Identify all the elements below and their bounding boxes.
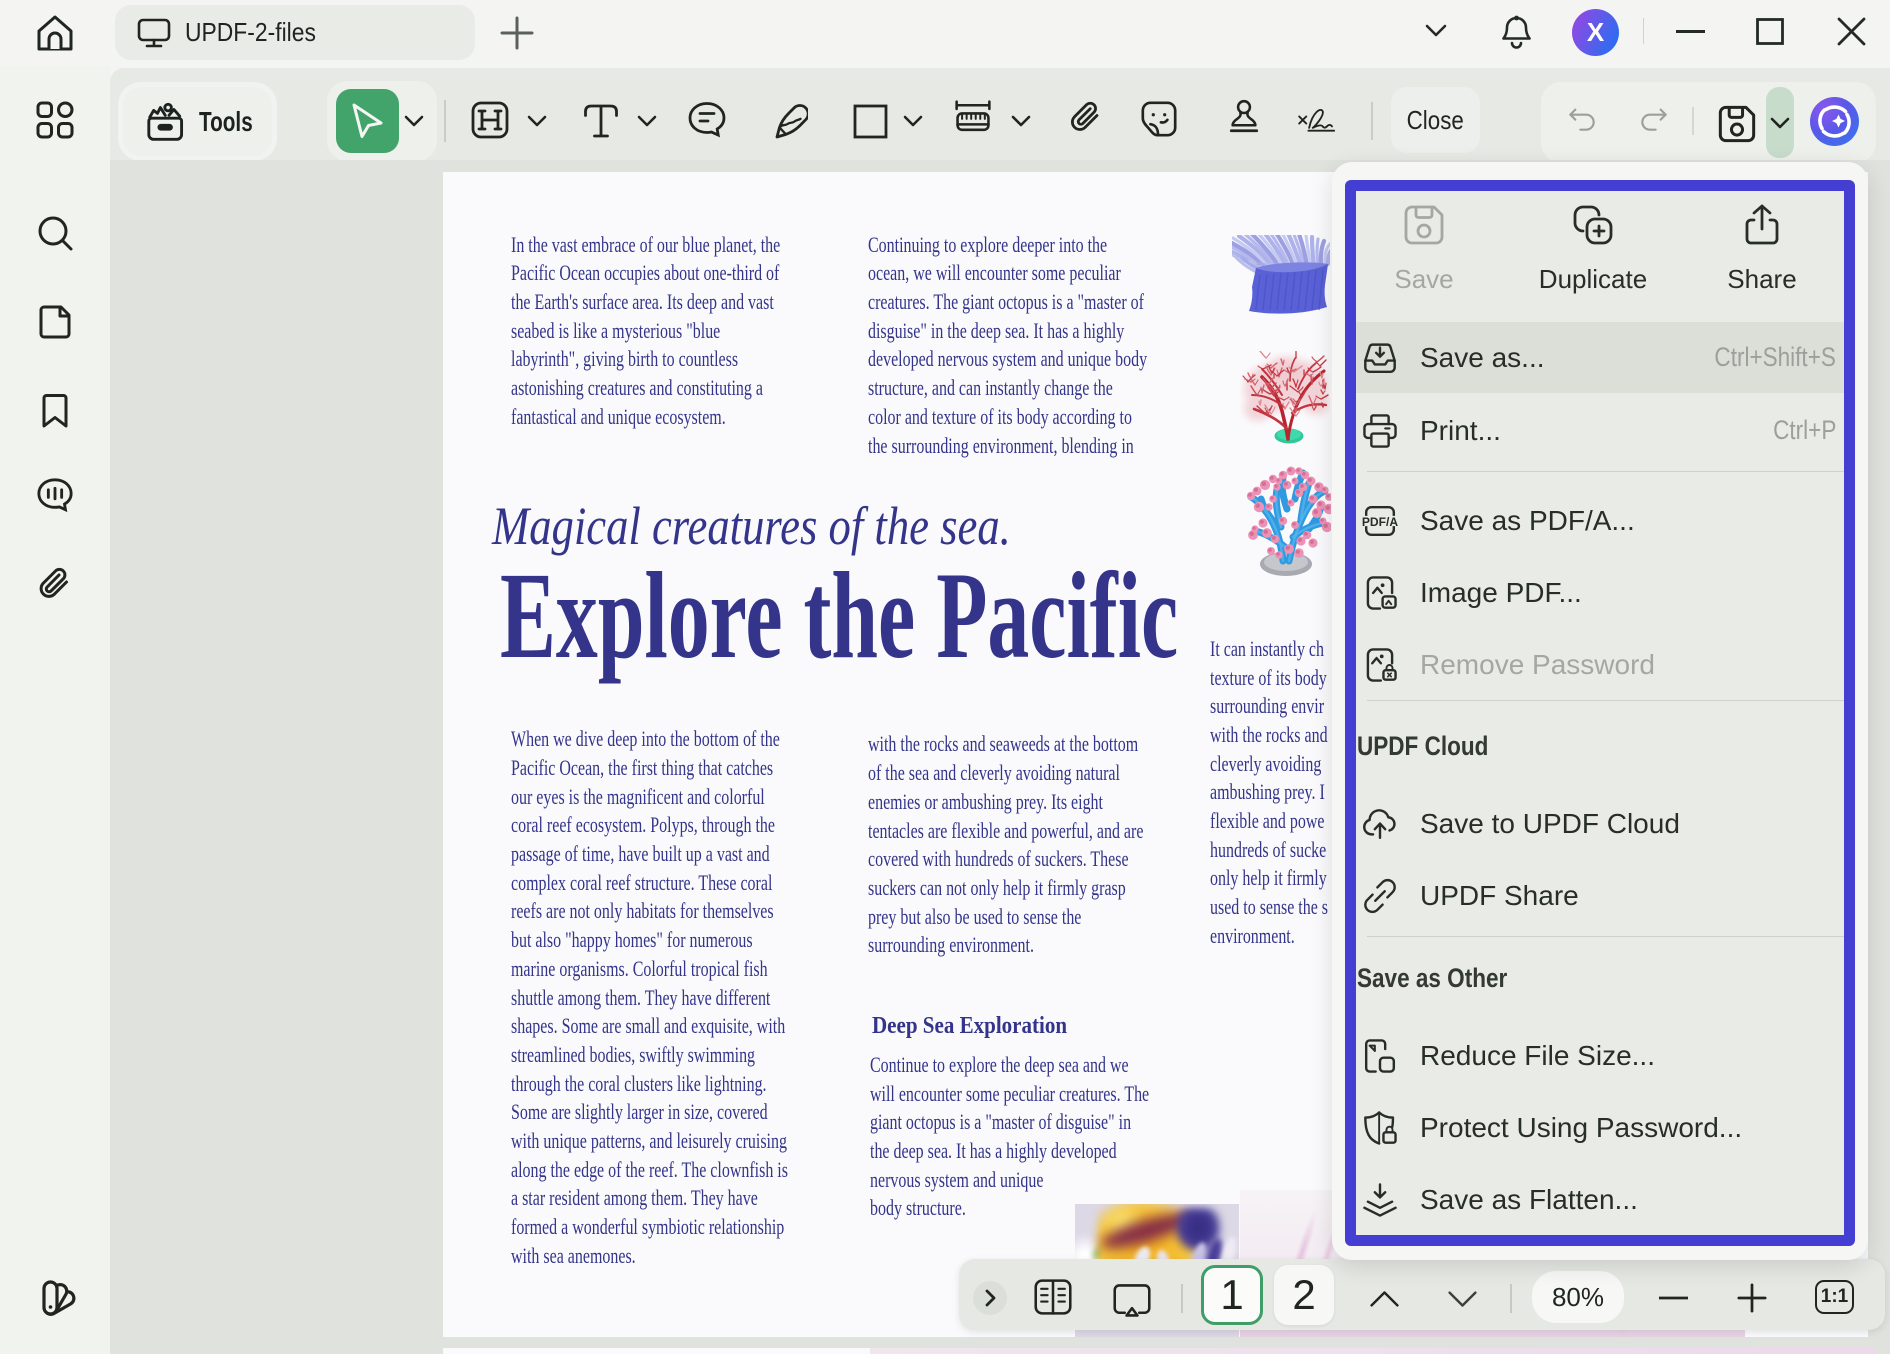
svg-text:PDF/A: PDF/A <box>1362 514 1399 528</box>
